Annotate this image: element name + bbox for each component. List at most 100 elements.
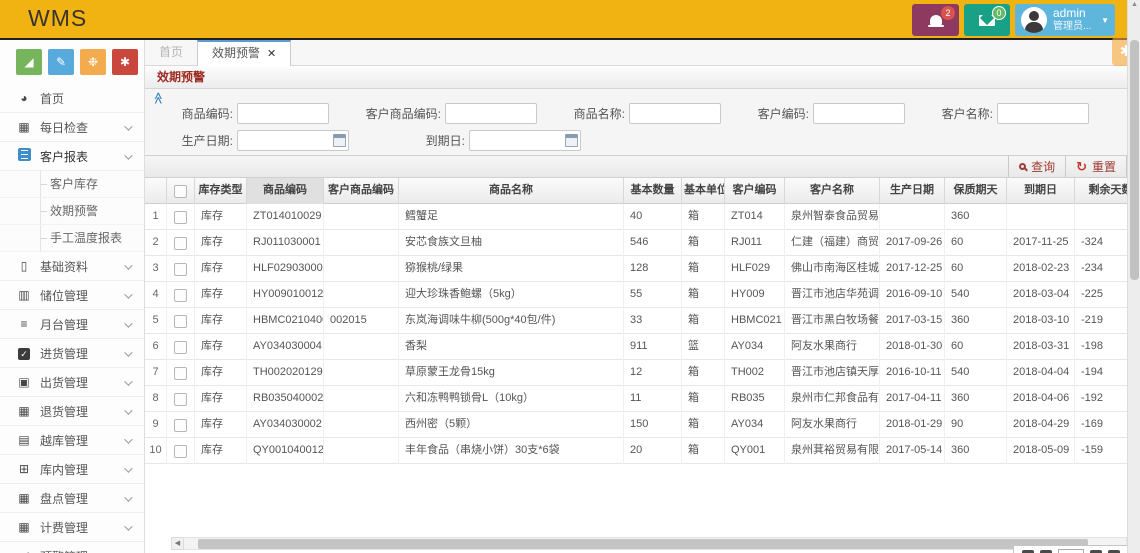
horizontal-scrollbar[interactable]: ◀ [183,537,1127,550]
filter-input-3[interactable] [813,103,905,124]
table-row[interactable]: 8库存RB035040002六和冻鸭鸭锁骨L（10kg）11箱RB035泉州市仁… [145,386,1127,412]
table-row[interactable]: 9库存AY034030002西州密（5颗）150箱AY034阿友水果商行2018… [145,412,1127,438]
sidebar-subitem-效期预警[interactable]: 效期预警 [0,198,144,225]
table-row[interactable]: 6库存AY034030004香梨911篮AY034阿友水果商行2018-01-3… [145,334,1127,360]
row-checkbox[interactable] [174,211,187,224]
column-header-0[interactable]: 库存类型 [195,178,247,204]
column-header-2[interactable]: 客户商品编码 [324,178,399,204]
row-number: 8 [145,386,167,412]
table-row[interactable]: 2库存RJ011030001安芯食族文旦柚546箱RJ011仁建（福建）商贸有限… [145,230,1127,256]
sidebar-item-10[interactable]: ⊞库内管理 [0,455,144,484]
quick-chart-button[interactable]: ◢ [16,49,42,75]
cell-客户商品编码 [324,334,399,360]
row-checkbox[interactable] [174,341,187,354]
sidebar-item-0[interactable]: ◕首页 [0,84,144,113]
sidebar-item-1[interactable]: ▦每日检查 [0,113,144,142]
sidebar-item-2[interactable]: 客户报表 [0,142,144,171]
sidebar-item-13[interactable]: ◀预警管理 [0,542,144,553]
calendar-icon[interactable] [565,134,578,147]
row-checkbox[interactable] [174,445,187,458]
sidebar-item-7[interactable]: ▣ 出货管理 [0,368,144,397]
quick-shirt-button[interactable]: ❉ [80,49,106,75]
reset-button[interactable]: ↻ 重置 [1065,156,1127,177]
column-header-1[interactable]: 商品编码 [247,178,324,204]
sidebar-item-12[interactable]: ▦计费管理 [0,513,144,542]
pagination-page-input[interactable] [1058,549,1084,553]
column-header-3[interactable]: 商品名称 [399,178,624,204]
sidebar-item-4[interactable]: ▥储位管理 [0,281,144,310]
table-row[interactable]: 4库存HY009010012迎大珍珠香鲍螺（5kg）55箱HY009晋江市池店华… [145,282,1127,308]
table-row[interactable]: 5库存HBMC0210400201002015东岚海调味牛柳(500g*40包/… [145,308,1127,334]
row-checkbox[interactable] [174,419,187,432]
table-row[interactable]: 10库存QY001040012丰年食品（串烧小饼）30支*6袋20箱QY001泉… [145,438,1127,464]
filter-label: 生产日期: [171,132,233,149]
chevron-down-icon [124,493,132,501]
table-row[interactable]: 1库存ZT014010029鳕蟹足40箱ZT014泉州智泰食品贸易有限360 [145,204,1127,230]
sidebar-subitem-客户库存[interactable]: 客户库存 [0,171,144,198]
sidebar-subitem-手工温度报表[interactable]: 手工温度报表 [0,225,144,252]
column-header-5[interactable]: 基本单位 [682,178,725,204]
cell-保质期天: 360 [945,204,1007,230]
scroll-left-arrow-icon[interactable]: ◀ [171,537,184,550]
table-row[interactable]: 3库存HLF029030001猕猴桃/绿果128箱HLF029佛山市南海区桂城胡… [145,256,1127,282]
truck-icon: ▣ [16,375,32,389]
filter-row-2: 生产日期: 到期日: [171,130,1123,151]
column-header-8[interactable]: 生产日期 [880,178,945,204]
select-all-checkbox[interactable] [174,185,187,198]
sidebar-item-11[interactable]: ▦盘点管理 [0,484,144,513]
sidebar-item-3[interactable]: ▯基础资料 [0,252,144,281]
cell-商品编码: TH002020129 [247,360,324,386]
row-checkbox[interactable] [174,315,187,328]
quick-pencil-button[interactable]: ✎ [48,49,74,75]
column-header-10[interactable]: 到期日 [1007,178,1075,204]
cell-客户商品编码 [324,438,399,464]
sidebar-item-9[interactable]: ▤越库管理 [0,426,144,455]
filter-input-4[interactable] [997,103,1089,124]
cell-库存类型: 库存 [195,334,247,360]
messages-button[interactable]: 0 [964,4,1010,36]
tab-1[interactable]: 效期预警✕ [197,40,291,66]
dashboard-icon: ◕ [16,91,32,105]
cell-商品编码: HLF029030001 [247,256,324,282]
cell-到期日: 2018-04-04 [1007,360,1075,386]
cell-到期日: 2018-03-10 [1007,308,1075,334]
sidebar-item-8[interactable]: ▦退货管理 [0,397,144,426]
filter-input-1[interactable] [445,103,537,124]
refresh-icon: ↻ [1076,160,1087,173]
column-header-11[interactable]: 剩余天数 [1075,178,1127,204]
column-header-6[interactable]: 客户编码 [725,178,785,204]
chevron-down-icon [124,377,132,385]
bell-icon [930,15,942,25]
column-header-9[interactable]: 保质期天 [945,178,1007,204]
date-filter-group: 到期日: [415,130,581,151]
tab-label: 首页 [159,45,183,59]
query-button[interactable]: 查询 [1008,156,1065,177]
sidebar-item-6[interactable]: ✓进货管理 [0,339,144,368]
close-icon[interactable]: ✕ [267,48,276,60]
filter-input-2[interactable] [629,103,721,124]
filter-input-0[interactable] [237,103,329,124]
tab-0[interactable]: 首页 [145,40,197,66]
horizontal-scroll-thumb[interactable] [198,539,1088,549]
calendar-icon[interactable] [333,134,346,147]
scroll-up-arrow-icon[interactable]: ▲ [1128,1,1140,8]
vertical-scroll-thumb[interactable] [1130,40,1139,280]
cell-基本数量: 33 [624,308,682,334]
row-checkbox[interactable] [174,263,187,276]
cell-客户编码: HY009 [725,282,785,308]
notifications-button[interactable]: 2 [912,4,959,36]
user-menu-button[interactable]: admin 管理员... ▼ [1015,4,1115,36]
collapse-panel-icon[interactable]: ≪ [151,92,165,105]
vertical-scrollbar[interactable]: ▲ [1127,0,1140,553]
sidebar-item-label: 出货管理 [40,374,88,391]
column-header-7[interactable]: 客户名称 [785,178,880,204]
row-checkbox[interactable] [174,237,187,250]
row-checkbox[interactable] [174,393,187,406]
column-header-4[interactable]: 基本数量 [624,178,682,204]
quick-gears-button[interactable]: ✱ [112,49,138,75]
table-row[interactable]: 7库存TH002020129草原蒙王龙骨15kg12箱TH002晋江市池店镇天厚… [145,360,1127,386]
row-checkbox[interactable] [174,289,187,302]
filter-row-1: 商品编码:客户商品编码:商品名称:客户编码:客户名称: [171,103,1123,124]
sidebar-item-5[interactable]: ≡月台管理 [0,310,144,339]
row-checkbox[interactable] [174,367,187,380]
